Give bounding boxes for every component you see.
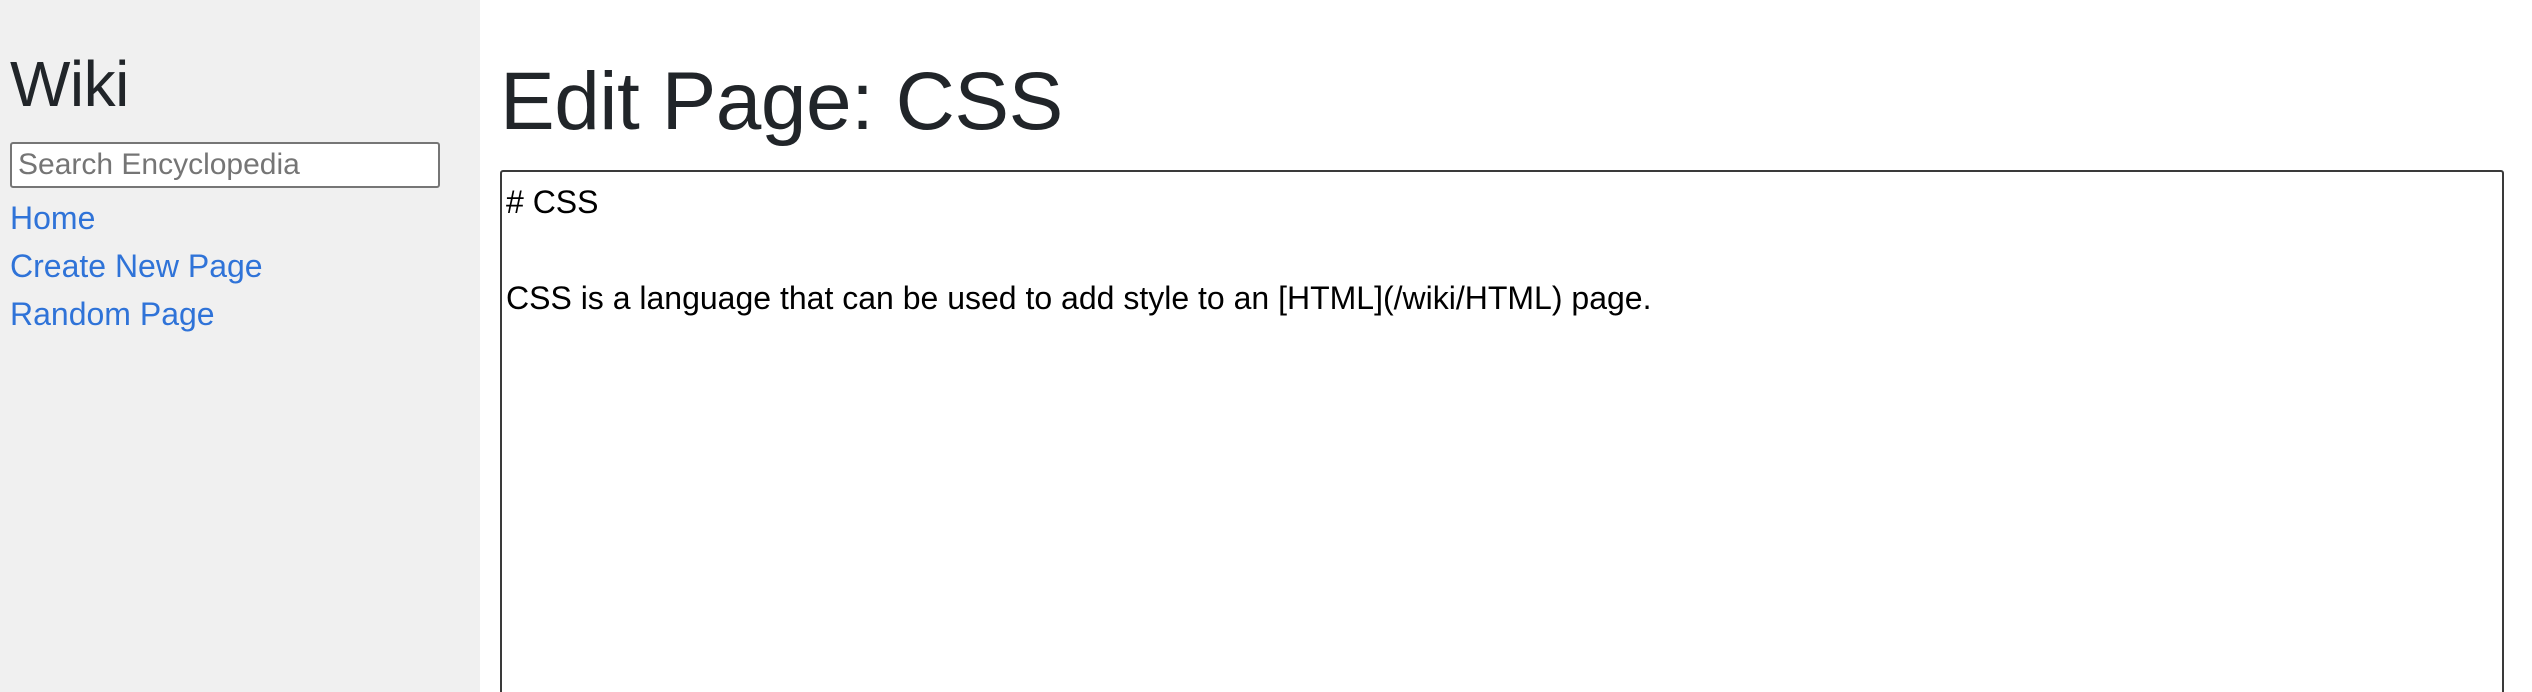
- sidebar: Wiki Home Create New Page Random Page: [0, 0, 480, 692]
- search-form: [10, 142, 470, 188]
- page-title: Edit Page: CSS: [500, 56, 1063, 147]
- page-content-editor[interactable]: # CSS CSS is a language that can be used…: [500, 170, 2504, 692]
- sidebar-nav: Home Create New Page Random Page: [10, 194, 470, 338]
- nav-link-home[interactable]: Home: [10, 194, 470, 242]
- main-content: Edit Page: CSS # CSS CSS is a language t…: [480, 0, 2532, 692]
- nav-link-create-new-page[interactable]: Create New Page: [10, 242, 470, 290]
- nav-link-random-page[interactable]: Random Page: [10, 290, 470, 338]
- site-title: Wiki: [10, 48, 129, 120]
- app-layout: Wiki Home Create New Page Random Page Ed…: [0, 0, 2532, 692]
- search-input[interactable]: [10, 142, 440, 188]
